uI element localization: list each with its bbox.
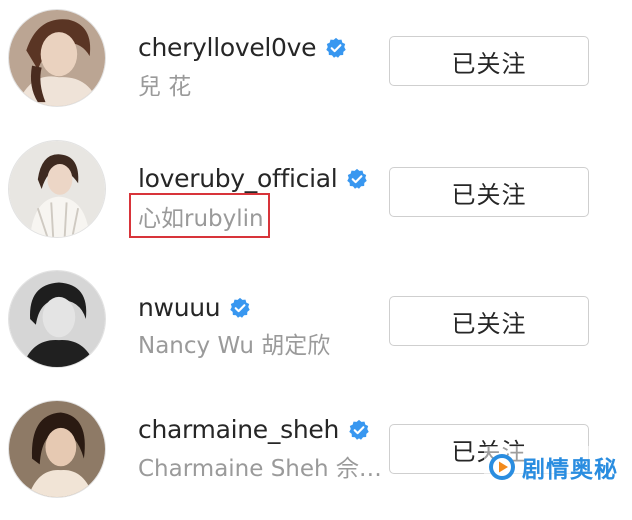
username-text[interactable]: cheryllovel0ve [138,33,317,62]
verified-badge-icon [346,168,368,190]
account-row[interactable]: cheryllovel0ve 兒 花 已关注 [0,0,632,130]
watermark-text: 剧情奥秘 [522,457,618,483]
verified-badge-icon [348,419,370,441]
verified-badge-icon [325,37,347,59]
username-text[interactable]: nwuuu [138,293,221,322]
watermark: 剧情奥秘 [484,446,626,488]
username[interactable]: cheryllovel0ve [138,33,347,62]
following-button[interactable]: 已关注 [389,167,589,217]
avatar[interactable] [8,270,106,368]
username-text[interactable]: charmaine_sheh [138,415,339,444]
account-row[interactable]: nwuuu Nancy Wu 胡定欣 已关注 [0,260,632,390]
username[interactable]: nwuuu [138,293,251,322]
full-name: 兒 花 [138,74,192,100]
username[interactable]: charmaine_sheh [138,415,370,444]
avatar[interactable] [8,9,106,107]
following-button[interactable]: 已关注 [389,296,589,346]
following-button[interactable]: 已关注 [389,36,589,86]
full-name: Nancy Wu 胡定欣 [138,333,331,359]
full-name: Charmaine Sheh 佘… [138,456,382,482]
account-row[interactable]: loveruby_official 心如rubylin 已关注 [0,130,632,260]
avatar[interactable] [8,140,106,238]
play-logo-icon [488,453,516,481]
red-highlight-box [129,193,270,238]
username[interactable]: loveruby_official [138,164,368,193]
avatar[interactable] [8,400,106,498]
username-text[interactable]: loveruby_official [138,164,338,193]
verified-badge-icon [229,297,251,319]
